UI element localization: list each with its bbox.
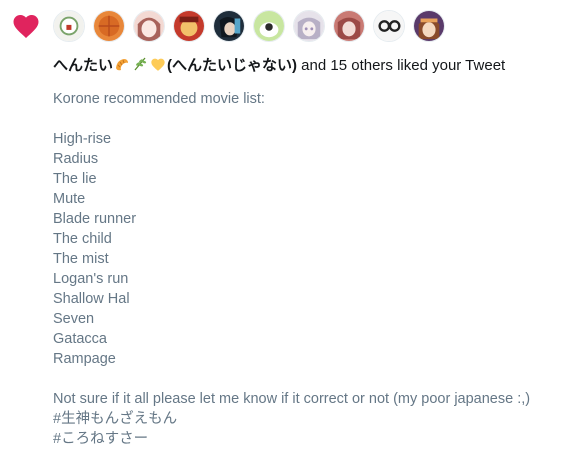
tweet-line: #ころねすさー xyxy=(53,431,149,447)
liker-name-suffix[interactable]: (へんたいじゃない) xyxy=(167,57,297,74)
like-notification[interactable]: ■ へんたい (へんたいじゃない) and 15 others liked yo… xyxy=(0,0,571,452)
avatar-2-icon xyxy=(94,11,124,41)
avatar-5-icon xyxy=(214,11,244,41)
tweet-line: Shallow Hal xyxy=(53,291,130,307)
tweet-line: Mute xyxy=(53,191,86,207)
liker-name[interactable]: へんたい xyxy=(53,57,113,74)
avatar[interactable] xyxy=(213,10,245,42)
tweet-line: Seven xyxy=(53,311,95,327)
tweet-line: #生神もんざえもん xyxy=(53,411,178,427)
croissant-emoji-icon xyxy=(116,59,129,71)
avatar[interactable] xyxy=(253,10,285,42)
tweet-line: Gatacca xyxy=(53,331,107,347)
tweet-line: Radius xyxy=(53,151,99,167)
notification-headline: へんたい (へんたいじゃない) and 15 others liked your… xyxy=(53,56,505,76)
herb-emoji-icon xyxy=(134,57,147,71)
avatar[interactable]: ■ xyxy=(53,10,85,42)
tweet-line: Rampage xyxy=(53,351,116,367)
avatar-9-icon xyxy=(374,11,404,41)
liker-avatars: ■ xyxy=(53,10,445,42)
tweet-line: The child xyxy=(53,231,112,247)
svg-text:■: ■ xyxy=(66,23,72,31)
tweet-line xyxy=(53,109,530,129)
avatar[interactable] xyxy=(133,10,165,42)
avatar-6-icon xyxy=(254,11,284,41)
avatar-3-icon xyxy=(134,11,164,41)
avatar[interactable] xyxy=(413,10,445,42)
avatar-1-icon: ■ xyxy=(54,11,84,41)
avatar-8-icon xyxy=(334,11,364,41)
likes-summary: and 15 others liked your Tweet xyxy=(297,57,506,74)
avatar[interactable] xyxy=(373,10,405,42)
tweet-text[interactable]: Korone recommended movie list: High-rise R… xyxy=(53,89,530,449)
tweet-line: The lie xyxy=(53,171,97,187)
avatar-4-icon xyxy=(174,11,204,41)
tweet-line xyxy=(53,369,530,389)
tweet-line: Blade runner xyxy=(53,211,137,227)
tweet-line: Logan's run xyxy=(53,271,129,287)
avatar[interactable] xyxy=(173,10,205,42)
tweet-line: Not sure if it all please let me know if… xyxy=(53,391,531,407)
avatar-10-icon xyxy=(414,11,444,41)
avatar[interactable] xyxy=(93,10,125,42)
avatar[interactable] xyxy=(333,10,365,42)
avatar-7-icon xyxy=(294,11,324,41)
tweet-line: The mist xyxy=(53,251,109,267)
tweet-line: High-rise xyxy=(53,131,112,147)
heart-icon xyxy=(13,15,39,38)
tweet-line: Korone recommended movie list: xyxy=(53,91,265,107)
avatar[interactable] xyxy=(293,10,325,42)
yellow-heart-emoji-icon xyxy=(151,58,165,71)
